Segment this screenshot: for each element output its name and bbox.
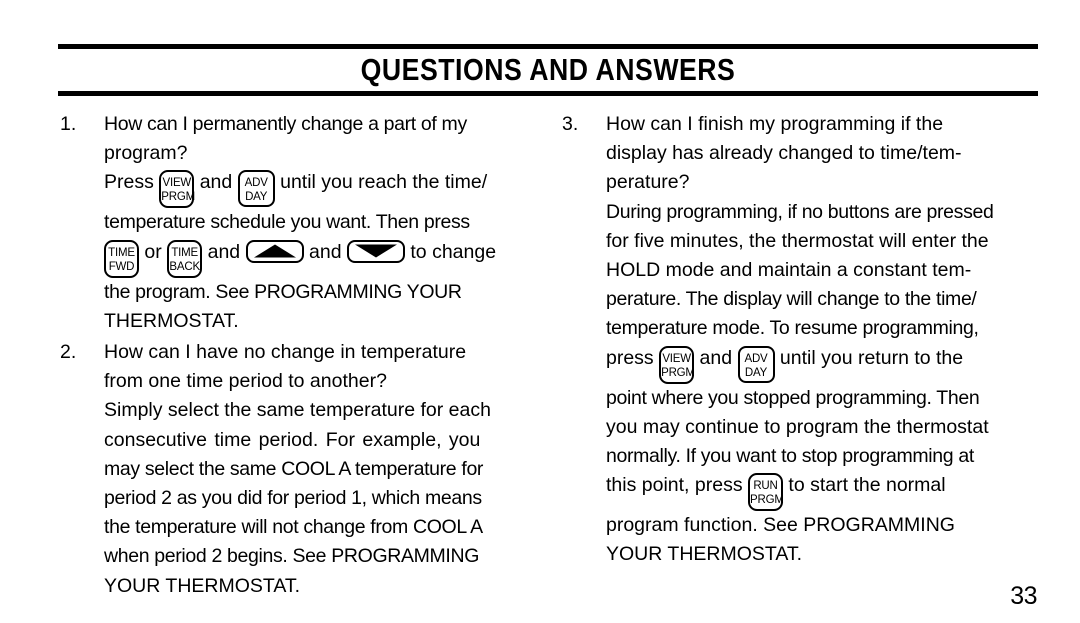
answer-line: for five minutes, the thermostat will en… [606,229,989,252]
answer-line: the temperature will not change from COO… [104,516,483,539]
answer-line: this point, press RUN PRGM to start the … [606,471,1044,512]
page-title: QUESTIONS AND ANSWERS [360,52,736,87]
answer-line: when period 2 begins. See PROGRAMMING [104,545,480,568]
answer-fragment: and [699,346,733,369]
key-view-prgm[interactable]: VIEW PRGM [659,345,695,384]
key-run-prgm[interactable]: RUN PRGM [748,473,784,512]
answer-line: normally. If you want to stop programmin… [606,445,974,468]
answer-line: period 2 as you did for period 1, which … [104,487,482,510]
key-label-line1: ADV [244,177,268,190]
question-line: How can I finish my programming if the [606,113,944,135]
answer-fragment: to start the normal [788,474,946,497]
answer-fragment: and [309,240,342,263]
key-time-fwd[interactable]: TIME FWD [104,239,139,278]
key-label-line1: VIEW [662,352,691,365]
answer-line: temperature mode. To resume programming, [606,317,979,340]
page-header: QUESTIONS AND ANSWERS [58,44,1038,96]
answer-line: the program. See PROGRAMMING YOUR [104,280,462,303]
key-label-line2: BACK [169,260,200,273]
question-line: display has already changed to time/tem- [606,142,962,165]
key-label-line2: PRGM [161,191,195,204]
answer-line: may select the same COOL A temperature f… [104,457,484,480]
answer-line: Simply select the same temperature for e… [104,399,491,422]
answer-fragment: this point, press [606,474,743,497]
page-number: 33 [1010,582,1037,610]
answer-line: consecutive time period. For example, yo… [104,428,481,451]
question-line: How can I permanently change a part of m… [104,113,467,135]
question-number-2: 2. [60,341,77,364]
answer-line: temperature schedule you want. Then pres… [104,211,470,234]
answer-line: HOLD mode and maintain a constant tem- [606,259,972,282]
answer-fragment: press [606,346,654,369]
key-down-arrow[interactable] [346,239,405,263]
key-adv-day[interactable]: ADV DAY [737,345,775,383]
key-view-prgm[interactable]: VIEW PRGM [159,170,195,209]
answer-line: perature. The display will change to the… [606,288,977,311]
key-label-line2: DAY [744,366,768,379]
key-label-line2: PRGM [661,366,695,379]
qa-item-2: 2. How can I have no change in temperatu… [60,338,546,601]
up-arrow-icon [253,244,296,258]
key-label-line2: PRGM [750,494,784,507]
answer-text-1: Press VIEW PRGM and ADV DAY until you re… [104,168,546,336]
document-page: QUESTIONS AND ANSWERS 1. How can I perma… [0,0,1080,623]
answer-fragment: and [199,171,233,194]
question-line: perature? [606,171,690,194]
answer-fragment: and [207,240,241,263]
question-text-2: How can I have no change in temperature … [104,338,546,396]
key-label-line1: TIME [108,246,135,259]
key-time-back[interactable]: TIME BACK [167,239,203,278]
qa-item-1: 1. How can I permanently change a part o… [60,110,546,336]
answer-line: YOUR THERMOSTAT. [104,574,301,597]
key-label-line1: TIME [171,246,199,259]
answer-fragment: or [144,240,162,263]
answer-fragment: until you reach the time/ [280,171,488,194]
key-label-line1: ADV [744,352,768,365]
question-line: program? [104,142,188,165]
qa-item-3: 3. How can I finish my programming if th… [562,110,1044,570]
right-column: 3. How can I finish my programming if th… [562,110,1044,570]
answer-fragment: to change [410,240,497,263]
key-label-line1: RUN [753,480,778,493]
answer-line: TIME FWD or TIME BACK and and to change [104,238,546,278]
question-line: How can I have no change in temperature [104,341,467,364]
key-label-line1: VIEW [162,177,192,190]
question-line: from one time period to another? [104,370,387,393]
answer-fragment: until you return to the [779,346,964,369]
answer-line: Press VIEW PRGM and ADV DAY until you re… [104,168,546,209]
key-label-line2: FWD [108,260,135,273]
answer-text-2: Simply select the same temperature for e… [104,396,546,600]
answer-line: you may continue to program the thermost… [606,415,989,438]
answer-line: point where you stopped programming. The… [606,386,980,409]
qa-body-1: How can I permanently change a part of m… [104,110,546,336]
key-adv-day[interactable]: ADV DAY [237,170,275,208]
down-arrow-icon [354,244,397,258]
header-rule-bottom [58,91,1038,96]
answer-line: During programming, if no buttons are pr… [606,200,994,223]
answer-line: press VIEW PRGM and ADV DAY until you re… [606,344,1044,384]
answer-fragment: Press [104,171,154,194]
answer-text-3: During programming, if no buttons are pr… [606,198,1044,570]
question-text-1: How can I permanently change a part of m… [104,110,546,168]
qa-body-2: How can I have no change in temperature … [104,338,546,601]
answer-line: YOUR THERMOSTAT. [606,543,803,566]
question-number-3: 3. [562,113,579,135]
answer-line: THERMOSTAT. [104,309,239,332]
question-text-3: How can I finish my programming if the d… [606,110,1044,198]
qa-body-3: How can I finish my programming if the d… [606,110,1044,570]
key-up-arrow[interactable] [245,239,304,263]
answer-line: program function. See PROGRAMMING [606,514,955,537]
question-number-1: 1. [60,113,77,135]
left-column: 1. How can I permanently change a part o… [60,110,546,601]
key-label-line2: DAY [245,191,268,204]
